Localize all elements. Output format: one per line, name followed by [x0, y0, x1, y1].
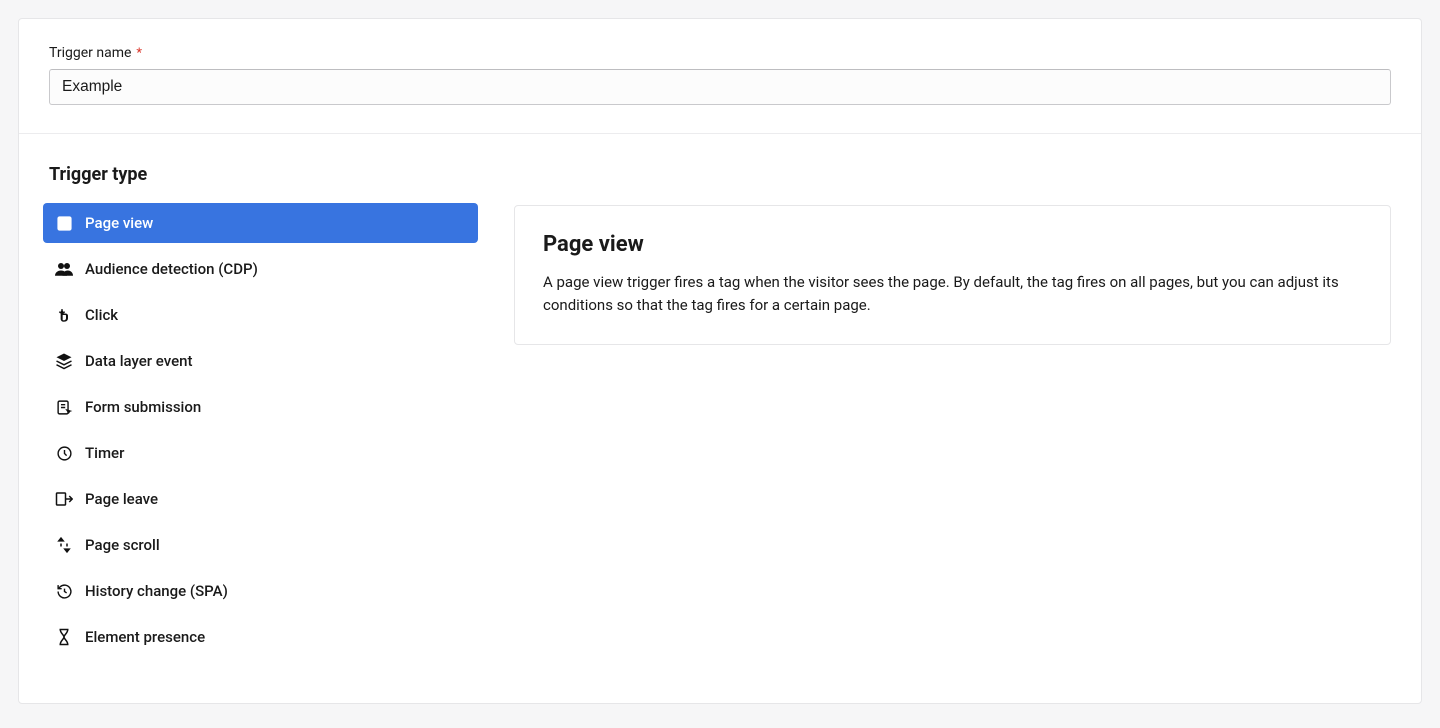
trigger-type-label: Form submission: [85, 398, 201, 416]
detail-description: A page view trigger fires a tag when the…: [543, 271, 1362, 316]
trigger-type-element-presence[interactable]: Element presence: [43, 617, 478, 657]
trigger-type-data-layer-event[interactable]: Data layer event: [43, 341, 478, 381]
trigger-type-label: Timer: [85, 444, 124, 462]
trigger-type-label: Element presence: [85, 628, 205, 646]
hourglass-icon: [55, 628, 73, 646]
detail-title: Page view: [543, 232, 1362, 257]
click-icon: [55, 306, 73, 324]
trigger-type-heading: Trigger type: [43, 164, 1391, 185]
trigger-type-detail-panel: Page view A page view trigger fires a ta…: [514, 205, 1391, 345]
trigger-type-form-submission[interactable]: Form submission: [43, 387, 478, 427]
form-submit-icon: [55, 398, 73, 416]
layers-icon: [55, 352, 73, 370]
trigger-type-click[interactable]: Click: [43, 295, 478, 335]
scroll-icon: [55, 536, 73, 554]
trigger-type-history-change[interactable]: History change (SPA): [43, 571, 478, 611]
audience-icon: [55, 260, 73, 278]
history-icon: [55, 582, 73, 600]
trigger-type-label: Page leave: [85, 490, 158, 508]
trigger-type-page-scroll[interactable]: Page scroll: [43, 525, 478, 565]
trigger-type-audience-detection[interactable]: Audience detection (CDP): [43, 249, 478, 289]
trigger-type-label: Page scroll: [85, 536, 160, 554]
trigger-name-section: Trigger name *: [19, 19, 1421, 134]
trigger-type-section: Trigger type Page view: [19, 134, 1421, 703]
trigger-type-list: Page view Audience detection (CDP): [43, 203, 478, 663]
exit-icon: [55, 490, 73, 508]
trigger-type-timer[interactable]: Timer: [43, 433, 478, 473]
trigger-type-label: Click: [85, 306, 118, 324]
trigger-type-label: Data layer event: [85, 352, 192, 370]
trigger-type-label: Page view: [85, 214, 153, 232]
trigger-name-label-row: Trigger name *: [49, 45, 1391, 61]
trigger-type-page-leave[interactable]: Page leave: [43, 479, 478, 519]
trigger-name-input[interactable]: [49, 69, 1391, 105]
clock-icon: [55, 444, 73, 462]
trigger-name-label: Trigger name: [49, 45, 131, 61]
trigger-editor-card: Trigger name * Trigger type Page view: [18, 18, 1422, 704]
trigger-type-layout: Page view Audience detection (CDP): [43, 203, 1391, 663]
trigger-type-label: Audience detection (CDP): [85, 260, 258, 278]
trigger-type-page-view[interactable]: Page view: [43, 203, 478, 243]
page-view-icon: [55, 214, 73, 232]
required-indicator: *: [136, 47, 142, 60]
trigger-type-label: History change (SPA): [85, 582, 228, 600]
